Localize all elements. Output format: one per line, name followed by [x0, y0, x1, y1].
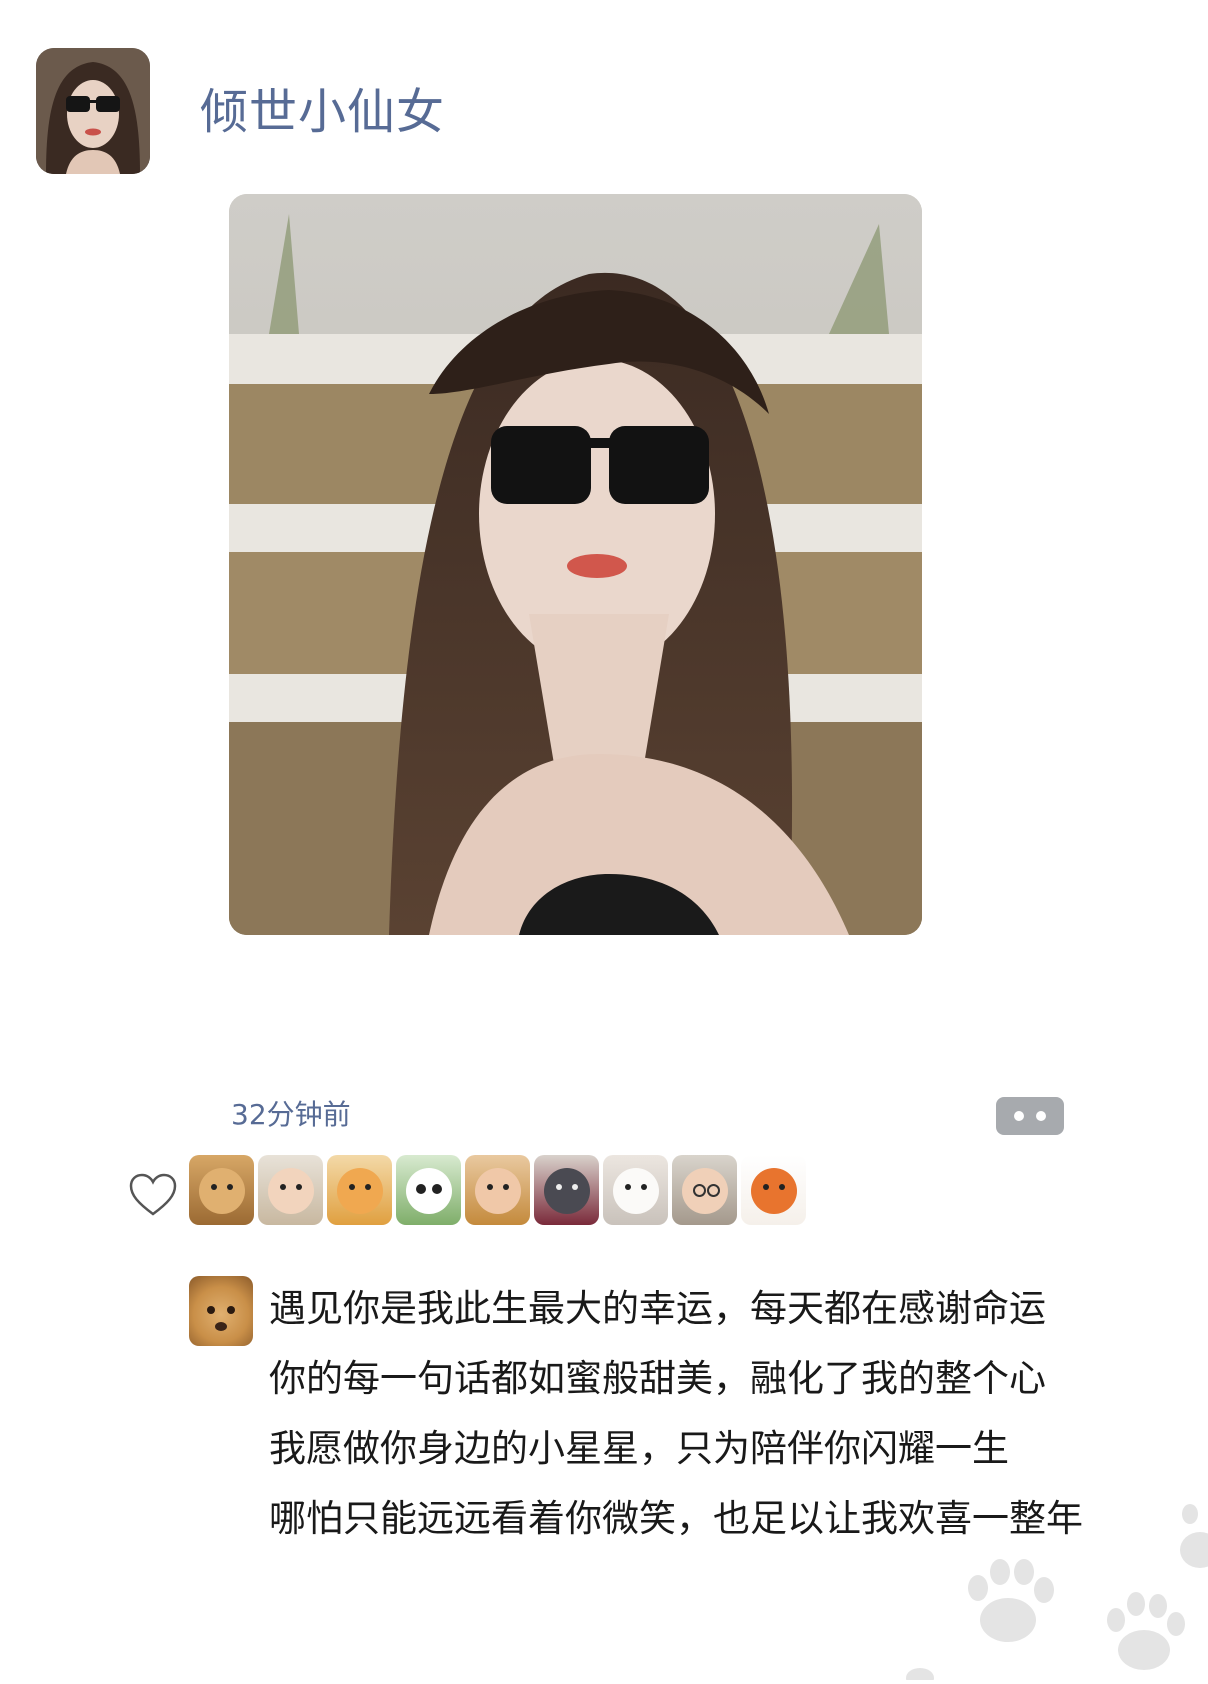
- comment-line: 遇见你是我此生最大的幸运，每天都在感谢命运: [269, 1287, 1046, 1330]
- liker-avatar-shiba-inu[interactable]: [741, 1155, 806, 1225]
- liker-avatar-girl-with-sunflower[interactable]: [465, 1155, 530, 1225]
- liker-avatar-baby-with-bear[interactable]: [258, 1155, 323, 1225]
- eye-icon: [207, 1306, 215, 1314]
- liker-avatar-panda[interactable]: [396, 1155, 461, 1225]
- post-photo[interactable]: [229, 194, 922, 935]
- commenter-avatar[interactable]: [189, 1276, 253, 1346]
- comment-line: 你的每一句话都如蜜般甜美，融化了我的整个心: [269, 1357, 1046, 1400]
- dot-icon: [1036, 1111, 1046, 1121]
- post-time: 32分钟前: [231, 1098, 351, 1131]
- more-actions-button[interactable]: [996, 1097, 1064, 1135]
- liker-avatar-baby-with-glasses[interactable]: [672, 1155, 737, 1225]
- likers-list: [189, 1155, 806, 1225]
- paw-print-decoration-icon: [860, 1500, 1208, 1684]
- liker-avatar-white-kitten[interactable]: [603, 1155, 668, 1225]
- liker-avatar-french-bulldog[interactable]: [534, 1155, 599, 1225]
- liker-avatar-golden-retriever-puppy[interactable]: [189, 1155, 254, 1225]
- author-avatar[interactable]: [36, 48, 150, 174]
- author-name[interactable]: 倾世小仙女: [200, 72, 445, 142]
- dot-icon: [1014, 1111, 1024, 1121]
- comment-line: 我愿做你身边的小星星，只为陪伴你闪耀一生: [269, 1427, 1009, 1470]
- liker-avatar-orange-kitten[interactable]: [327, 1155, 392, 1225]
- like-heart-icon: [128, 1172, 178, 1218]
- nose-icon: [215, 1322, 227, 1331]
- eye-icon: [227, 1306, 235, 1314]
